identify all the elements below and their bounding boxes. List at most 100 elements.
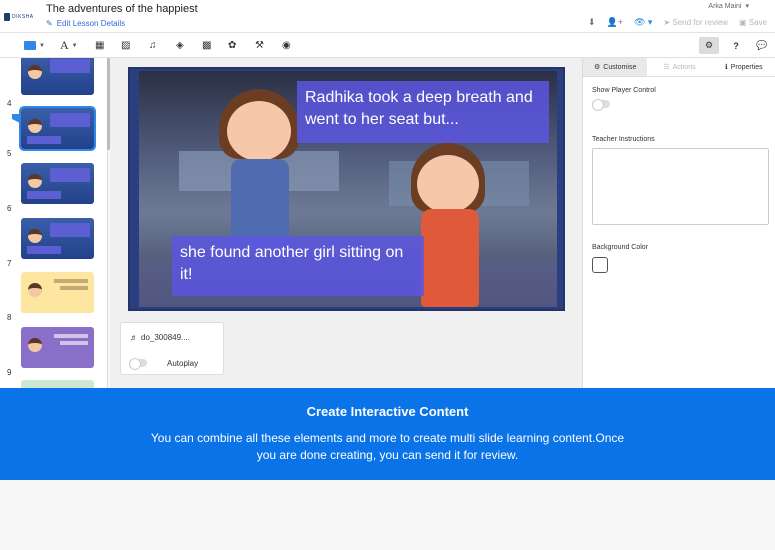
gear-icon: ⚙ <box>704 40 714 50</box>
thumb-face <box>28 338 42 352</box>
send-for-review-button[interactable]: ➤ Send for review <box>663 18 728 27</box>
show-player-control-toggle[interactable] <box>592 99 610 111</box>
help-button[interactable]: ? <box>726 37 746 54</box>
preview-eye-icon[interactable]: 👁 ▾ <box>634 17 652 28</box>
thumb-text <box>54 334 88 338</box>
slide-thumbnail[interactable]: 8 <box>0 272 107 322</box>
user-name: Arka Maini <box>708 3 742 10</box>
slide-thumbnail[interactable]: 6 <box>0 163 107 213</box>
edit-lesson-details-link[interactable]: ✎ Edit Lesson Details <box>46 19 125 28</box>
music-icon: ♫ <box>149 40 157 51</box>
thumb-face <box>28 119 42 133</box>
caption-bottom[interactable]: she found another girl sitting on it! <box>172 236 424 296</box>
send-for-review-label: Send for review <box>672 18 728 27</box>
banner-text: You can combine all these elements and m… <box>150 431 625 462</box>
slide-number: 9 <box>7 368 12 377</box>
editor-app: DIKSHA The adventures of the happiest ✎ … <box>0 0 775 550</box>
tab-properties-label: Properties <box>730 63 763 71</box>
hotspot-tool-button[interactable]: ◈ <box>176 38 184 53</box>
character-girl-dress <box>421 209 479 307</box>
slide-thumbnail[interactable]: 7 <box>0 218 107 268</box>
autoplay-toggle[interactable] <box>129 358 147 370</box>
text-icon: A <box>60 38 69 52</box>
background-color-swatch[interactable] <box>592 257 608 273</box>
video-tool-button[interactable]: ◉ <box>282 38 291 53</box>
slide-thumbnail[interactable]: 5 <box>0 106 107 158</box>
tab-actions[interactable]: ☰ Actions <box>647 58 712 76</box>
bottom-area <box>0 480 775 550</box>
thumbnail-image <box>21 327 94 368</box>
chevron-down-icon: ▼ <box>39 42 45 49</box>
play-circle-icon: ◉ <box>282 40 291 51</box>
list-icon: ☰ <box>663 64 670 71</box>
chevron-down-icon: ▼ <box>71 42 78 49</box>
thumbnail-image <box>19 106 96 151</box>
audio-card: ♬ do_300849.... Autoplay <box>120 322 224 375</box>
caption-top[interactable]: Radhika took a deep breath and went to h… <box>297 81 549 143</box>
logo-text: DIKSHA <box>12 14 34 20</box>
slide-thumbnail[interactable]: 4 <box>0 58 107 108</box>
gear-icon: ⚙ <box>593 64 601 71</box>
slide-thumbnail[interactable]: 9 <box>0 327 107 377</box>
thumb-text <box>60 341 88 345</box>
banner-title: Create Interactive Content <box>306 404 469 419</box>
user-menu[interactable]: Arka Maini ▾ <box>708 2 749 10</box>
settings-button[interactable]: ⚙ <box>699 37 719 54</box>
audio-file: ♬ do_300849.... <box>130 333 190 342</box>
comments-button[interactable]: 💬 <box>752 37 772 54</box>
autoplay-label: Autoplay <box>167 359 199 368</box>
character-girl-face <box>417 155 479 213</box>
add-slide-button[interactable]: ▼ <box>24 38 45 53</box>
slide-thumbnail[interactable] <box>0 380 107 388</box>
properties-panel: ⚙ Customise ☰ Actions ℹ Properties Show … <box>582 58 775 388</box>
download-icon[interactable]: ⬇ <box>588 17 596 28</box>
tab-customise[interactable]: ⚙ Customise <box>583 58 648 76</box>
magic-tool-button[interactable]: ⚒ <box>255 38 264 53</box>
thumb-text <box>60 286 88 290</box>
slide-number: 5 <box>7 149 12 158</box>
audio-tool-button[interactable]: ♫ <box>149 38 157 53</box>
chevron-down-icon: ▾ <box>745 3 749 10</box>
save-button[interactable]: ▣ Save <box>739 18 767 27</box>
slide-stage[interactable]: Radhika took a deep breath and went to h… <box>128 67 565 311</box>
header-bar: DIKSHA The adventures of the happiest ✎ … <box>0 0 775 33</box>
thumb-bubble <box>50 168 90 182</box>
image-icon: ▨ <box>121 40 131 51</box>
slide-number: 7 <box>7 259 12 268</box>
thumb-face <box>28 229 42 243</box>
hotspot-icon: ◈ <box>176 40 184 51</box>
help-icon: ? <box>733 40 739 51</box>
background-color-label: Background Color <box>592 244 649 251</box>
tab-actions-label: Actions <box>672 63 696 71</box>
logo-icon <box>4 13 10 21</box>
slide-number: 8 <box>7 313 12 322</box>
header-actions: ⬇ 👤+ 👁 ▾ ➤ Send for review ▣ Save <box>588 17 767 28</box>
slide-icon <box>24 41 36 50</box>
show-player-control-label: Show Player Control <box>592 87 656 94</box>
save-icon: ▣ <box>738 18 747 27</box>
thumb-bubble <box>50 223 90 237</box>
slide-thumbnails-panel: 4 5 6 7 8 9 <box>0 58 108 388</box>
widget-icon: ✿ <box>228 40 237 51</box>
edit-lesson-details-label: Edit Lesson Details <box>56 19 126 28</box>
activity-tool-button[interactable]: ▩ <box>202 38 211 53</box>
teacher-instructions-input[interactable] <box>592 148 769 225</box>
save-label: Save <box>748 18 767 27</box>
slide-number: 4 <box>7 99 12 108</box>
tab-properties[interactable]: ℹ Properties <box>711 58 775 76</box>
slide-number: 6 <box>7 204 12 213</box>
tab-customise-label: Customise <box>603 63 637 71</box>
panel-tabs: ⚙ Customise ☰ Actions ℹ Properties <box>583 58 775 77</box>
image-tool-button[interactable]: ▨ <box>121 38 130 53</box>
add-collaborator-icon[interactable]: 👤+ <box>607 17 623 28</box>
text-tool-button[interactable]: A ▼ <box>60 38 78 53</box>
widget-tool-button[interactable]: ✿ <box>228 38 236 53</box>
shape-tool-button[interactable]: ▦ <box>95 38 104 53</box>
info-icon: ℹ <box>725 64 728 71</box>
thumb-bubble <box>27 191 61 199</box>
lesson-title: The adventures of the happiest <box>46 3 198 15</box>
thumb-bubble <box>27 246 61 254</box>
thumbnail-image <box>21 218 94 259</box>
info-banner: Create Interactive Content You can combi… <box>0 388 775 480</box>
thumbnail-image <box>21 163 94 204</box>
